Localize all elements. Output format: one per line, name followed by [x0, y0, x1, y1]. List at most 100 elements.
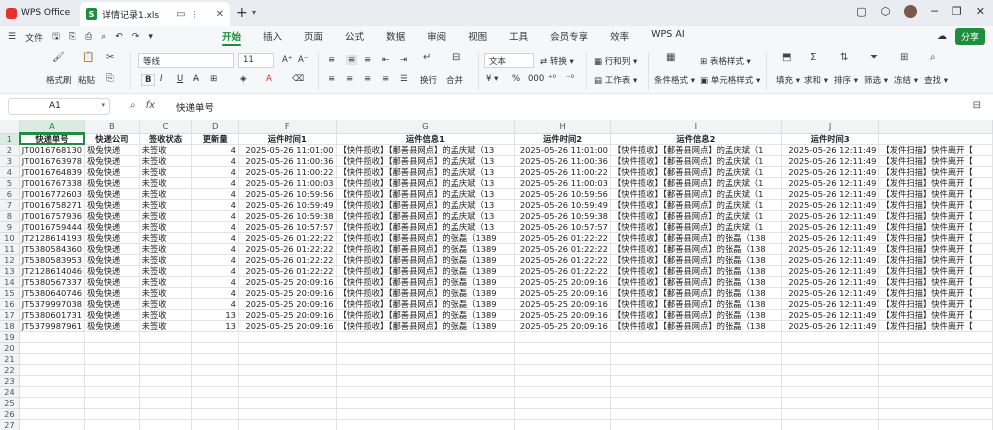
cell[interactable]: 极兔快递 [84, 210, 140, 222]
cell[interactable]: 【快件揽收】【鄱善县网点】的孟庆斌（1 [610, 166, 782, 178]
cell[interactable]: 快递单号 [19, 133, 86, 145]
row-header[interactable]: 16 [0, 298, 20, 310]
border-icon[interactable]: ⊞ [210, 74, 217, 84]
cell[interactable]: 2025-05-26 11:01:00 [514, 144, 611, 156]
cell[interactable] [610, 397, 782, 409]
cell[interactable]: 2025-05-26 12:11:49 [781, 243, 880, 255]
row-header[interactable]: 10 [0, 232, 20, 244]
filter-button[interactable]: 筛选 ▾ [864, 74, 888, 86]
cell[interactable]: 【发件扫描】快件离开【 [878, 177, 993, 189]
sum-button[interactable]: 求和 ▾ [804, 74, 828, 86]
cell[interactable] [139, 342, 193, 354]
cell[interactable]: JT5380640746 [19, 287, 86, 299]
cell[interactable]: 【发件扫描】快件离开【 [878, 232, 993, 244]
cell[interactable]: 2025-05-25 20:09:16 [514, 309, 611, 321]
cell[interactable]: 4 [191, 243, 239, 255]
decrease-decimal-icon[interactable]: ⁻⁰ [566, 74, 574, 84]
strikethrough-button[interactable]: A̶ [193, 74, 199, 84]
cell[interactable]: 2025-05-26 12:11:49 [781, 254, 880, 266]
cell[interactable] [238, 408, 337, 420]
find-icon[interactable]: ⌕ [930, 52, 936, 63]
cell[interactable] [139, 375, 193, 387]
column-header[interactable]: A [19, 120, 86, 134]
find-button[interactable]: 查找 ▾ [924, 74, 948, 86]
row-header[interactable]: 15 [0, 287, 20, 299]
cell[interactable]: 【快件揽收】【鄱善县网点】的孟庆斌（13 [336, 210, 516, 222]
cell[interactable]: 2025-05-26 10:59:56 [238, 188, 337, 200]
cell[interactable]: 4 [191, 265, 239, 277]
cell[interactable]: 未签收 [139, 309, 193, 321]
cell[interactable]: 2025-05-26 01:22:22 [238, 232, 337, 244]
cell[interactable]: 未签收 [139, 298, 193, 310]
cell[interactable]: 2025-05-26 10:59:38 [514, 210, 611, 222]
cell[interactable] [610, 386, 782, 398]
fill-icon[interactable]: ⬒ [782, 52, 791, 63]
cell[interactable] [19, 331, 86, 343]
row-header[interactable]: 11 [0, 243, 20, 255]
cell[interactable] [191, 386, 239, 398]
cell[interactable]: 【发件扫描】快件离开【 [878, 221, 993, 233]
cell[interactable]: 【快件揽收】【鄱善县网点】的孟庆斌（1 [610, 155, 782, 167]
cell[interactable]: JT5379987961 [19, 320, 86, 332]
cell[interactable] [19, 342, 86, 354]
cell[interactable]: 【快件揽收】【鄱善县网点】的张磊（138 [610, 309, 782, 321]
cell[interactable]: 2025-05-26 10:57:57 [514, 221, 611, 233]
cell[interactable] [139, 353, 193, 365]
cell[interactable] [336, 364, 516, 376]
cell[interactable] [610, 364, 782, 376]
cell[interactable]: 【快件揽收】【鄱善县网点】的孟庆斌（1 [610, 144, 782, 156]
row-header[interactable]: 6 [0, 188, 20, 200]
cell[interactable] [84, 342, 140, 354]
row-header[interactable]: 21 [0, 353, 20, 365]
cell[interactable] [514, 386, 611, 398]
cube-icon[interactable]: ⬡ [881, 5, 891, 18]
cell[interactable]: 【快件揽收】【鄱善县网点】的孟庆斌（13 [336, 221, 516, 233]
filter-icon[interactable]: ⏷ [870, 52, 878, 63]
cell[interactable]: 未签收 [139, 155, 193, 167]
cell[interactable] [336, 419, 516, 430]
cond-format-button[interactable]: 条件格式 ▾ [654, 74, 695, 86]
cell[interactable]: 极兔快递 [84, 177, 140, 189]
tab-6[interactable]: 视图 [468, 29, 487, 43]
cell[interactable]: 【快件揽收】【鄱善县网点】的张磊（138 [610, 320, 782, 332]
tab-4[interactable]: 数据 [386, 29, 405, 43]
cell[interactable]: JT5379997038 [19, 298, 86, 310]
italic-button[interactable]: I [160, 74, 163, 84]
cell[interactable]: 4 [191, 287, 239, 299]
cell[interactable]: JT0016758271 [19, 199, 86, 211]
cell[interactable]: 2025-05-25 20:09:16 [238, 287, 337, 299]
cell[interactable]: 未签收 [139, 166, 193, 178]
cell[interactable] [238, 364, 337, 376]
new-tab-icon[interactable]: + [236, 5, 248, 21]
cell[interactable]: 【快件揽收】【鄱善县网点】的张磊（1389 [336, 309, 516, 321]
cell[interactable]: 【快件揽收】【鄱善县网点】的张磊（138 [610, 265, 782, 277]
cell[interactable]: 2025-05-26 10:59:38 [238, 210, 337, 222]
save-icon[interactable]: 🖫 [52, 29, 60, 45]
paste-button[interactable]: 粘贴 [78, 74, 95, 86]
maximize-icon[interactable]: ❐ [952, 5, 962, 18]
cell[interactable]: 【发件扫描】快件离开【 [878, 210, 993, 222]
column-header[interactable]: H [514, 120, 611, 134]
fill-color-icon[interactable]: ◈ [240, 74, 247, 84]
cell[interactable]: 【快件揽收】【鄱善县网点】的孟庆斌（13 [336, 199, 516, 211]
format-painter-button[interactable]: 格式刷 [46, 74, 72, 86]
wrap-text-button[interactable]: 换行 [420, 74, 437, 86]
cell[interactable]: 极兔快递 [84, 243, 140, 255]
cell[interactable] [84, 364, 140, 376]
cond-format-icon[interactable]: ▦ [666, 52, 675, 63]
cell[interactable]: 2025-05-26 12:11:49 [781, 221, 880, 233]
table-style-button[interactable]: ⊞ 表格样式 ▾ [700, 55, 751, 67]
percent-icon[interactable]: % [512, 74, 520, 84]
cell[interactable]: 运件信息2 [610, 133, 782, 145]
paste-icon[interactable]: 📋 [82, 52, 94, 63]
cell[interactable]: 2025-05-26 12:11:49 [781, 210, 880, 222]
file-menu[interactable]: 文件 [25, 31, 43, 44]
cell[interactable]: 2025-05-26 12:11:49 [781, 188, 880, 200]
cell[interactable] [19, 408, 86, 420]
cell[interactable] [191, 364, 239, 376]
cell[interactable]: 2025-05-26 11:00:22 [238, 166, 337, 178]
cell[interactable]: 【快件揽收】【鄱善县网点】的张磊（138 [610, 254, 782, 266]
cell[interactable] [139, 331, 193, 343]
font-size-select[interactable]: 11 [238, 53, 274, 68]
cell[interactable]: 未签收 [139, 210, 193, 222]
